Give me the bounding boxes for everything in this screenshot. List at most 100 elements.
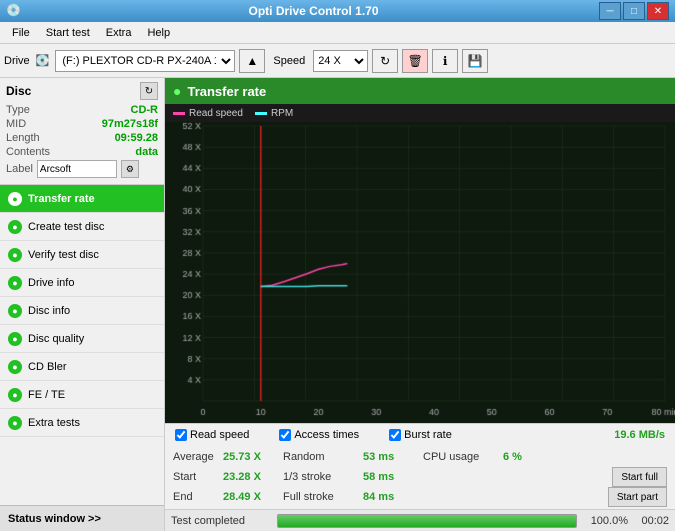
nav-label-verify-test-disc: Verify test disc — [28, 249, 99, 261]
nav-item-disc-quality[interactable]: ● Disc quality — [0, 325, 164, 353]
progress-bar-area: Test completed 100.0% 00:02 — [165, 509, 675, 531]
transfer-rate-chart — [165, 122, 675, 423]
extra-tests-icon: ● — [8, 416, 22, 430]
nav-item-transfer-rate[interactable]: ● Transfer rate — [0, 185, 164, 213]
start-full-button[interactable]: Start full — [612, 467, 667, 487]
access-times-checkbox[interactable] — [279, 429, 291, 441]
nav-item-extra-tests[interactable]: ● Extra tests — [0, 409, 164, 437]
legend-read-speed-color — [173, 112, 185, 115]
start-label: Start — [173, 471, 223, 483]
legend-read-speed-label: Read speed — [189, 108, 243, 119]
nav-label-disc-quality: Disc quality — [28, 333, 84, 345]
burst-rate-checkbox-label[interactable]: Burst rate — [389, 429, 452, 441]
random-value: 53 ms — [363, 451, 423, 463]
chart-checks: Read speed Access times Burst rate 19.6 … — [165, 423, 675, 445]
cd-bler-icon: ● — [8, 360, 22, 374]
status-window-label: Status window >> — [8, 513, 101, 525]
nav-label-cd-bler: CD Bler — [28, 361, 67, 373]
minimize-button[interactable]: ─ — [599, 2, 621, 20]
average-label: Average — [173, 451, 223, 463]
stats-area: Average 25.73 X Random 53 ms CPU usage 6… — [165, 445, 675, 509]
progress-time: 00:02 — [634, 515, 669, 527]
content-area: ● Transfer rate Read speed RPM Read spee… — [165, 78, 675, 531]
progress-percent: 100.0% — [583, 515, 628, 527]
speed-select[interactable]: 24 X MAX 4 X 8 X 16 X 32 X 48 X 52 X — [313, 50, 368, 72]
disc-refresh-button[interactable]: ↻ — [140, 82, 158, 100]
menu-extra[interactable]: Extra — [98, 25, 140, 41]
average-value: 25.73 X — [223, 451, 283, 463]
burst-rate-checkbox[interactable] — [389, 429, 401, 441]
legend-rpm-color — [255, 112, 267, 115]
access-times-checkbox-label[interactable]: Access times — [279, 429, 359, 441]
erase-button[interactable]: 🗑 — [402, 49, 428, 73]
nav-label-create-test-disc: Create test disc — [28, 221, 104, 233]
progress-fill — [278, 515, 576, 527]
random-label: Random — [283, 451, 363, 463]
drive-label: Drive — [4, 55, 30, 67]
verify-test-disc-icon: ● — [8, 248, 22, 262]
menu-start-test[interactable]: Start test — [38, 25, 98, 41]
refresh-button[interactable]: ↻ — [372, 49, 398, 73]
window-controls: ─ □ ✕ — [599, 2, 669, 20]
menubar: File Start test Extra Help — [0, 22, 675, 44]
end-label: End — [173, 491, 223, 503]
create-test-disc-icon: ● — [8, 220, 22, 234]
read-speed-checkbox-label[interactable]: Read speed — [175, 429, 249, 441]
stats-row-average: Average 25.73 X Random 53 ms CPU usage 6… — [173, 447, 667, 467]
nav-item-drive-info[interactable]: ● Drive info — [0, 269, 164, 297]
nav-label-disc-info: Disc info — [28, 305, 70, 317]
disc-type-value: CD-R — [131, 104, 159, 116]
chart-legend: Read speed RPM — [165, 104, 675, 122]
end-value: 28.49 X — [223, 491, 283, 503]
chart-icon: ● — [173, 83, 181, 99]
nav-item-fe-te[interactable]: ● FE / TE — [0, 381, 164, 409]
save-button[interactable]: 💾 — [462, 49, 488, 73]
nav-item-cd-bler[interactable]: ● CD Bler — [0, 353, 164, 381]
menu-help[interactable]: Help — [139, 25, 178, 41]
titlebar: 💿 Opti Drive Control 1.70 ─ □ ✕ — [0, 0, 675, 22]
drive-info-icon: ● — [8, 276, 22, 290]
start-part-button[interactable]: Start part — [608, 487, 667, 507]
burst-rate-value: 19.6 MB/s — [614, 429, 665, 441]
disc-label-settings-button[interactable]: ⚙ — [121, 160, 139, 178]
drive-icon: 💽 — [36, 54, 50, 67]
stats-row-end: End 28.49 X Full stroke 84 ms Start part — [173, 487, 667, 507]
read-speed-checkbox[interactable] — [175, 429, 187, 441]
chart-title: Transfer rate — [187, 84, 266, 99]
nav-label-fe-te: FE / TE — [28, 389, 65, 401]
nav-item-disc-info[interactable]: ● Disc info — [0, 297, 164, 325]
stats-row-start: Start 23.28 X 1/3 stroke 58 ms Start ful… — [173, 467, 667, 487]
disc-panel: Disc ↻ Type CD-R MID 97m27s18f Length 09… — [0, 78, 164, 185]
menu-file[interactable]: File — [4, 25, 38, 41]
eject-button[interactable]: ▲ — [239, 49, 265, 73]
legend-rpm-label: RPM — [271, 108, 293, 119]
disc-contents-value: data — [135, 146, 158, 158]
nav-item-create-test-disc[interactable]: ● Create test disc — [0, 213, 164, 241]
disc-mid-value: 97m27s18f — [102, 118, 158, 130]
chart-canvas-area — [165, 122, 675, 423]
disc-title: Disc — [6, 84, 31, 98]
app-title: Opti Drive Control 1.70 — [28, 4, 599, 18]
sidebar: Disc ↻ Type CD-R MID 97m27s18f Length 09… — [0, 78, 165, 531]
access-times-check-label: Access times — [294, 429, 359, 441]
stroke1-label: 1/3 stroke — [283, 471, 363, 483]
start-value: 23.28 X — [223, 471, 283, 483]
drive-select[interactable]: (F:) PLEXTOR CD-R PX-240A 1.00 — [55, 50, 235, 72]
disc-mid-label: MID — [6, 118, 26, 130]
speed-label: Speed — [273, 55, 305, 67]
maximize-button[interactable]: □ — [623, 2, 645, 20]
legend-rpm: RPM — [255, 108, 293, 119]
disc-length-label: Length — [6, 132, 40, 144]
cpu-label: CPU usage — [423, 451, 503, 463]
disc-label-input[interactable] — [37, 160, 117, 178]
transfer-rate-icon: ● — [8, 192, 22, 206]
info-button[interactable]: ℹ — [432, 49, 458, 73]
nav-item-verify-test-disc[interactable]: ● Verify test disc — [0, 241, 164, 269]
nav-label-extra-tests: Extra tests — [28, 417, 80, 429]
nav-items: ● Transfer rate ● Create test disc ● Ver… — [0, 185, 164, 505]
main-area: Disc ↻ Type CD-R MID 97m27s18f Length 09… — [0, 78, 675, 531]
chart-header: ● Transfer rate — [165, 78, 675, 104]
status-window-button[interactable]: Status window >> — [0, 505, 164, 531]
stroke1-value: 58 ms — [363, 471, 423, 483]
close-button[interactable]: ✕ — [647, 2, 669, 20]
